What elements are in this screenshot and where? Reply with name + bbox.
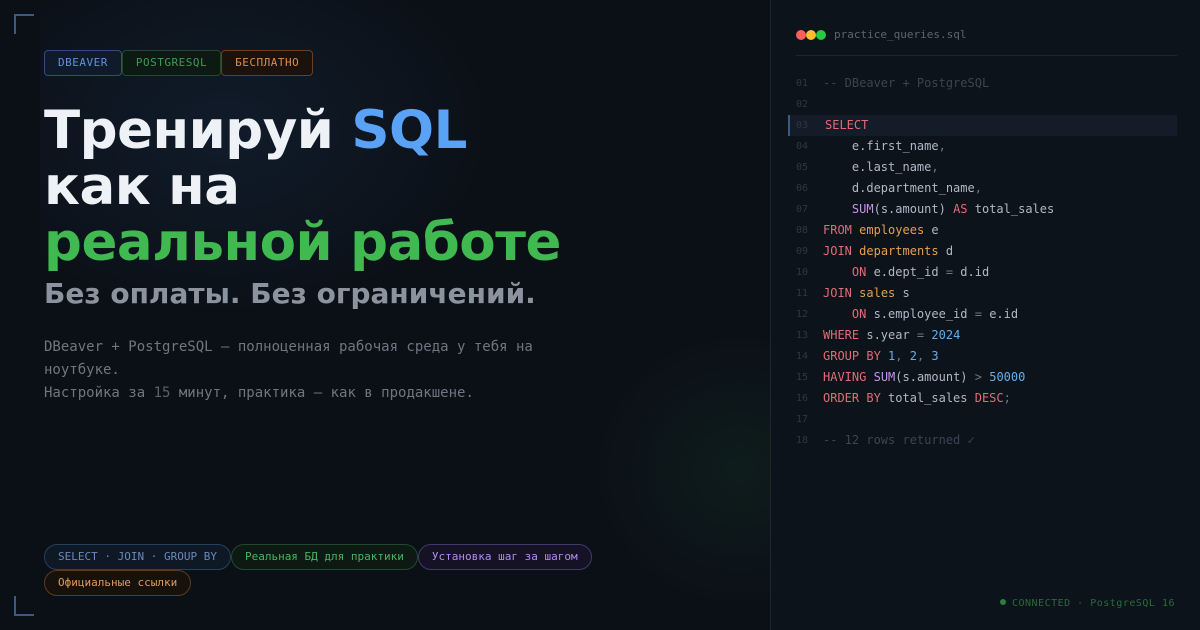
hero-section: DBEAVER POSTGRESQL БЕСПЛАТНО Тренируй SQ… — [44, 50, 744, 405]
line-number: 18 — [796, 435, 809, 446]
code-line: 04 e.first_name, — [788, 136, 1177, 157]
code-line: 15 HAVING SUM (s.amount) > 50000 — [788, 367, 1177, 388]
code-line: 14 GROUP BY 1, 2, 3 — [788, 346, 1177, 367]
feature-pill-links: Официальные ссылки — [44, 570, 192, 596]
description: DBeaver + PostgreSQL — полноценная рабоч… — [44, 336, 554, 405]
code-line: 10 ON e.dept_id = d.id — [788, 262, 1177, 283]
status-separator: · — [1070, 598, 1091, 609]
code-line: 12 ON s.employee_id = e.id — [788, 304, 1177, 325]
code-line: 16 ORDER BY total_sales DESC; — [788, 388, 1177, 409]
line-number: 01 — [796, 78, 809, 89]
code-line: 05 e.last_name, — [788, 157, 1177, 178]
connected-dot-icon — [999, 599, 1006, 605]
code-editor-panel: practice_queries.sql 01 -- DBeaver + Post… — [770, 0, 1200, 630]
tag-postgresql: POSTGRESQL — [121, 50, 222, 76]
description-text-end: минут, практика — как в продакшене. — [170, 385, 474, 401]
line-number: 02 — [796, 99, 809, 110]
status-connected: CONNECTED — [1011, 598, 1071, 609]
feature-pill-real-db: Реальная БД для практики — [230, 544, 418, 570]
editor-filename: practice_queries.sql — [834, 28, 967, 41]
title-word-train: Тренируй — [44, 100, 352, 161]
line-number: 15 — [796, 372, 809, 383]
code-line: 02 — [788, 94, 1177, 115]
code-line: 13 WHERE s.year = 2024 — [788, 325, 1177, 346]
line-number: 03 — [796, 120, 809, 131]
code-line: 11 JOIN sales s — [788, 283, 1177, 304]
title-line-3: реальной работе — [44, 212, 561, 273]
line-number: 13 — [796, 330, 809, 341]
title-word-sql: SQL — [351, 100, 467, 161]
feature-pill-sql: SELECT · JOIN · GROUP BY — [44, 544, 231, 570]
subtitle: Без оплаты. Без ограничений. — [44, 277, 536, 310]
feature-pill-install: Установка шаг за шагом — [417, 544, 592, 570]
status-db-version: PostgreSQL 16 — [1090, 598, 1175, 609]
maximize-dot-icon — [816, 30, 826, 40]
code-line: 07 SUM (s.amount) AS total_sales — [788, 199, 1177, 220]
code-line: 01 -- DBeaver + PostgreSQL — [788, 73, 1177, 94]
tag-dbeaver: DBEAVER — [44, 50, 122, 76]
code-line-active: 03 SELECT — [788, 115, 1177, 136]
line-number: 11 — [796, 288, 809, 299]
description-text: Настройка за — [44, 385, 154, 401]
tag-free: БЕСПЛАТНО — [221, 50, 314, 76]
corner-bracket-bottom-left — [14, 596, 34, 616]
code-line: 08 FROM employees e — [788, 220, 1177, 241]
line-number: 14 — [796, 351, 809, 362]
line-number: 10 — [796, 267, 809, 278]
editor-title-bar: practice_queries.sql — [796, 28, 1177, 56]
page-title: Тренируй SQL как на реальной работе — [44, 103, 744, 271]
line-number: 06 — [796, 183, 809, 194]
line-number: 09 — [796, 246, 809, 257]
connection-status: CONNECTED · PostgreSQL 16 — [999, 598, 1175, 609]
code-line: 06 d.department_name, — [788, 178, 1177, 199]
line-number: 16 — [796, 393, 809, 404]
title-line-2: как на — [44, 156, 240, 217]
code-line: 17 — [788, 409, 1177, 430]
line-number: 12 — [796, 309, 809, 320]
feature-pills: SELECT · JOIN · GROUP BY Реальная БД для… — [44, 544, 604, 596]
corner-bracket-top-left — [14, 14, 34, 34]
line-number: 07 — [796, 204, 809, 215]
code-line: 09 JOIN departments d — [788, 241, 1177, 262]
minimize-dot-icon — [806, 30, 816, 40]
line-number: 04 — [796, 141, 809, 152]
tag-row: DBEAVER POSTGRESQL БЕСПЛАТНО — [44, 50, 744, 76]
code-line: 18 -- 12 rows returned ✓ — [788, 430, 1177, 451]
close-dot-icon — [796, 30, 806, 40]
description-line-2: Настройка за 15 минут, практика — как в … — [44, 382, 554, 405]
line-number: 17 — [796, 414, 809, 425]
line-number: 08 — [796, 225, 809, 236]
description-number: 15 — [153, 385, 171, 401]
code-area: 01 -- DBeaver + PostgreSQL 02 03 SELECT 04… — [788, 73, 1177, 451]
description-line-1: DBeaver + PostgreSQL — полноценная рабоч… — [44, 339, 533, 378]
line-number: 05 — [796, 162, 809, 173]
